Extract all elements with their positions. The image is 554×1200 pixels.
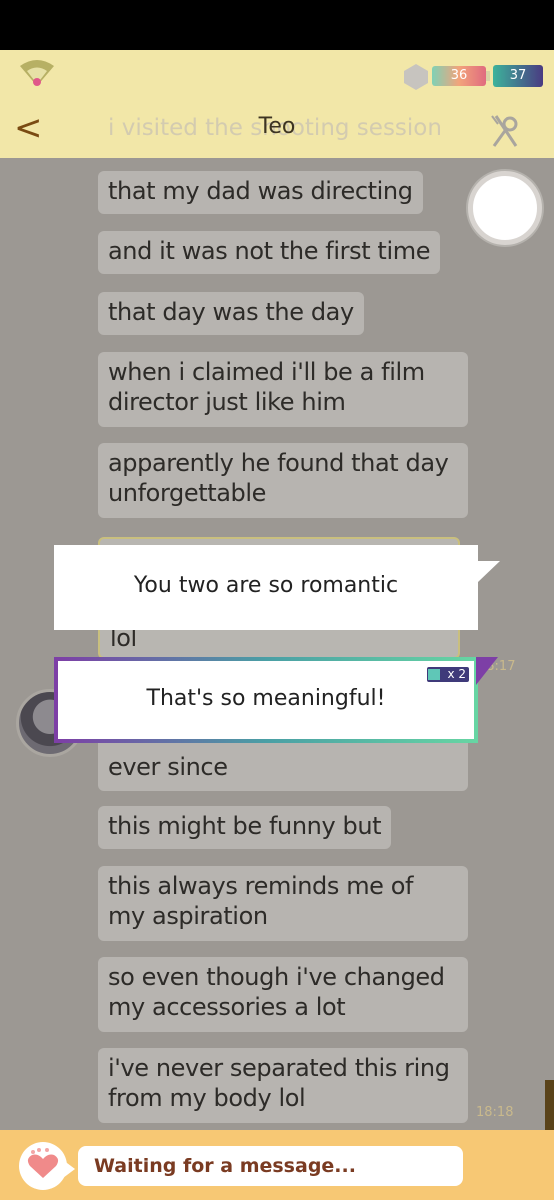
message-text: ever since [108, 753, 228, 781]
battery-nub [486, 71, 490, 81]
hexagon-icon [404, 64, 428, 90]
photo-circle-button[interactable] [468, 171, 542, 245]
gem-counter[interactable]: 37 [493, 65, 543, 87]
message-text: this might be funny but [108, 812, 382, 840]
heart-button[interactable] [19, 1142, 67, 1190]
heart-bubble-tail [63, 1160, 75, 1178]
message-text: my aspiration [108, 902, 268, 930]
fork-spoon-icon[interactable] [488, 112, 524, 150]
message-text: so even though i've changed [108, 963, 445, 991]
wifi-icon [20, 60, 54, 86]
message-text: and it was not the first time [108, 237, 431, 265]
scroll-indicator [545, 1080, 554, 1130]
message-text: when i claimed i'll be a film [108, 358, 425, 386]
heart-icon [27, 1148, 59, 1178]
message-text: director just like him [108, 388, 346, 416]
message-text: this always reminds me of [108, 872, 414, 900]
message-text: from my body lol [108, 1084, 306, 1112]
reply-bubble-tail [478, 561, 500, 582]
message-text: my accessories a lot [108, 993, 346, 1021]
message-bubble: apparently he found that day unforgettab… [98, 443, 468, 518]
message-input[interactable]: Waiting for a message... [78, 1146, 463, 1186]
status-bar [0, 0, 554, 50]
gem-icon [428, 669, 440, 680]
message-bubble: that day was the day [98, 292, 364, 335]
message-bubble: so even though i've changed my accessori… [98, 957, 468, 1032]
message-bubble: this might be funny but [98, 806, 392, 849]
message-bubble: i've never separated this ring from my b… [98, 1048, 468, 1123]
reply-bubble-tail [476, 657, 498, 685]
message-text: i've never separated this ring [108, 1054, 450, 1082]
page-title: Teo [258, 114, 296, 139]
message-text: that day was the day [108, 298, 354, 326]
reply-option-text[interactable]: That's so meaningful! [54, 686, 478, 711]
message-bubble: that my dad was directing [98, 171, 423, 214]
message-text: unforgettable [108, 479, 266, 507]
message-bubble: and it was not the first time [98, 231, 441, 274]
message-bubble: this always reminds me of my aspiration [98, 866, 468, 941]
message-timestamp: 18:18 [476, 1105, 514, 1120]
reply-option-text[interactable]: You two are so romantic [54, 573, 478, 598]
hp-meter[interactable]: 36 [432, 66, 486, 86]
message-text: apparently he found that day [108, 449, 449, 477]
message-text: that my dad was directing [108, 177, 413, 205]
message-bubble: when i claimed i'll be a film director j… [98, 352, 468, 427]
